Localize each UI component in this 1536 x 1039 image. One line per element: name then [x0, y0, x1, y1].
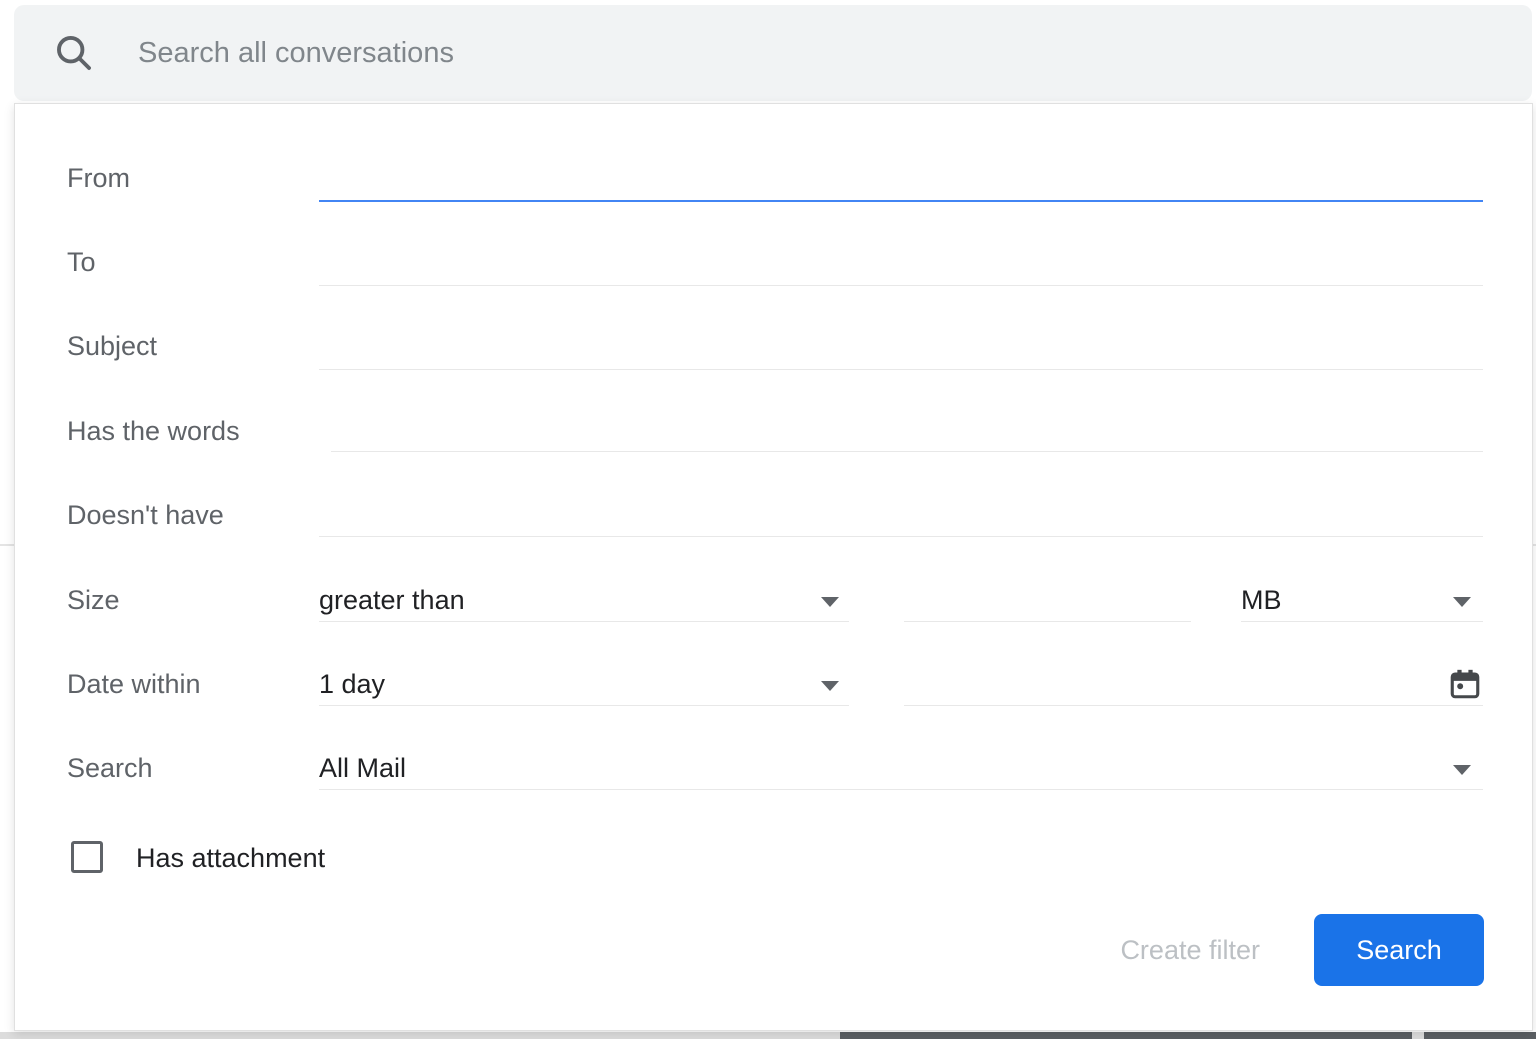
date-range-underline — [319, 705, 849, 706]
size-unit-dropdown[interactable]: MB — [1241, 566, 1483, 622]
subject-label: Subject — [67, 331, 158, 361]
doesnt-have-input[interactable] — [319, 482, 1483, 538]
search-input[interactable] — [136, 35, 1532, 71]
size-unit-underline — [1241, 621, 1483, 622]
background-content-strip — [0, 1032, 1536, 1039]
create-filter-button[interactable]: Create filter — [1120, 935, 1260, 966]
date-range-dropdown[interactable]: 1 day — [319, 650, 849, 706]
action-buttons: Create filter Search — [1120, 914, 1484, 986]
date-range-value: 1 day — [319, 669, 386, 699]
gmail-search-filter-screen: From To Subject Has the words Doesn't ha… — [0, 0, 1536, 1039]
size-comparator-underline — [319, 621, 849, 622]
to-label: To — [67, 247, 96, 277]
subject-underline — [319, 369, 1483, 370]
search-scope-dropdown[interactable]: All Mail — [319, 734, 1483, 790]
background-divider-left — [0, 544, 14, 546]
size-amount-input[interactable] — [904, 566, 1191, 622]
search-icon — [52, 31, 96, 75]
subject-input[interactable] — [319, 314, 1483, 370]
to-underline — [319, 285, 1483, 286]
date-underline — [904, 705, 1483, 706]
background-dark-segment — [840, 1032, 1412, 1039]
chevron-down-icon — [1453, 597, 1471, 607]
chevron-down-icon — [821, 597, 839, 607]
has-attachment-checkbox[interactable] — [71, 841, 103, 873]
search-bar[interactable] — [14, 5, 1532, 101]
doesnt-have-underline — [319, 536, 1483, 537]
chevron-down-icon — [821, 681, 839, 691]
has-attachment-label: Has attachment — [136, 843, 326, 873]
search-scope-underline — [319, 789, 1483, 790]
date-input[interactable] — [904, 650, 1483, 706]
search-scope-value: All Mail — [319, 753, 407, 783]
size-comparator-dropdown[interactable]: greater than — [319, 566, 849, 622]
to-input[interactable] — [319, 230, 1483, 286]
has-words-underline — [331, 451, 1483, 452]
from-input[interactable] — [319, 146, 1483, 202]
advanced-search-panel: From To Subject Has the words Doesn't ha… — [14, 103, 1533, 1031]
doesnt-have-label: Doesn't have — [67, 500, 224, 530]
chevron-down-icon — [1453, 765, 1471, 775]
from-underline-focused — [319, 200, 1483, 202]
size-amount-underline — [904, 621, 1191, 622]
date-within-label: Date within — [67, 669, 201, 699]
from-label: From — [67, 163, 130, 193]
background-dark-segment — [1424, 1032, 1536, 1039]
size-unit-value: MB — [1241, 585, 1282, 615]
size-comparator-value: greater than — [319, 585, 465, 615]
has-words-input[interactable] — [331, 397, 1483, 453]
search-button[interactable]: Search — [1314, 914, 1484, 986]
size-label: Size — [67, 585, 120, 615]
calendar-icon[interactable] — [1448, 666, 1482, 707]
search-scope-label: Search — [67, 753, 153, 783]
has-words-label: Has the words — [67, 416, 240, 446]
